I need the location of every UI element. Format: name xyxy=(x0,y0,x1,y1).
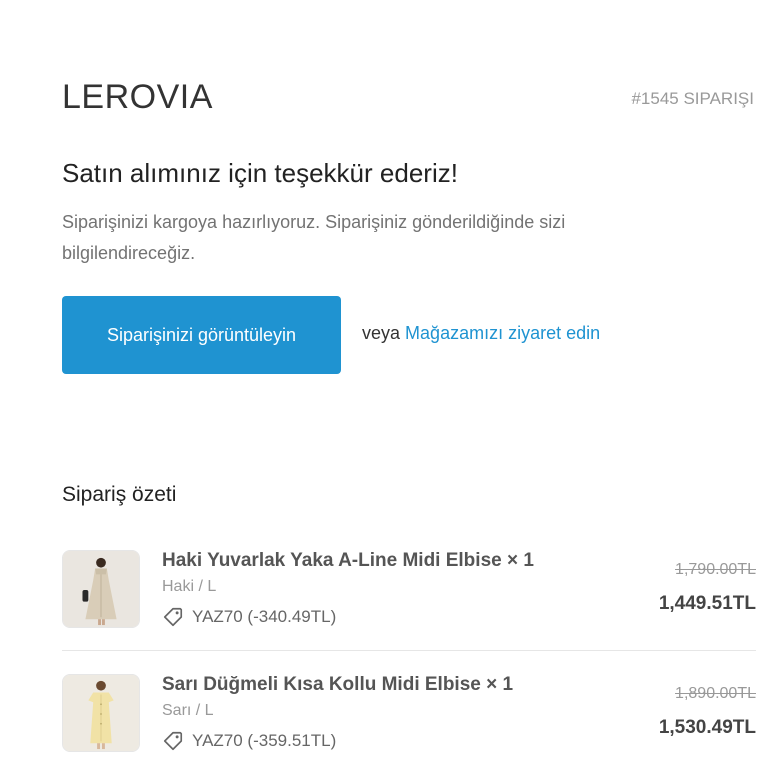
visit-store-wrapper: veya Mağazamızı ziyaret edin xyxy=(362,323,600,344)
discounted-price: 1,449.51TL xyxy=(658,593,756,614)
item-discount: YAZ70 (-340.49TL) xyxy=(162,606,336,628)
item-discount: YAZ70 (-359.51TL) xyxy=(162,730,336,752)
item-divider xyxy=(62,650,756,651)
discount-code: YAZ70 (-359.51TL) xyxy=(192,731,337,750)
visit-store-link[interactable]: Mağazamızı ziyaret edin xyxy=(405,323,600,343)
order-item: Sarı Düğmeli Kısa Kollu Midi Elbise × 1 … xyxy=(62,674,756,774)
tag-icon xyxy=(163,607,183,627)
item-variant: Haki / L xyxy=(162,578,217,595)
order-number: #1545 SIPARIŞI xyxy=(631,89,754,108)
or-text: veya xyxy=(362,323,401,343)
item-variant: Sarı / L xyxy=(162,702,214,719)
item-name: Haki Yuvarlak Yaka A-Line Midi Elbise × … xyxy=(162,550,534,571)
view-order-button[interactable]: Siparişinizi görüntüleyin xyxy=(62,296,341,374)
discounted-price: 1,530.49TL xyxy=(658,717,756,738)
tag-icon xyxy=(163,731,183,751)
khaki-dress-thumbnail xyxy=(62,550,140,628)
thank-you-heading: Satın alımınız için teşekkür ederiz! xyxy=(62,158,458,188)
discount-code: YAZ70 (-340.49TL) xyxy=(192,607,337,626)
brand-logo: LEROVIA xyxy=(62,78,213,116)
yellow-dress-thumbnail xyxy=(62,674,140,752)
shipping-message: Siparişinizi kargoya hazırlıyoruz. Sipar… xyxy=(62,212,566,263)
original-price: 1,790.00TL xyxy=(675,561,756,578)
item-name: Sarı Düğmeli Kısa Kollu Midi Elbise × 1 xyxy=(162,674,514,695)
view-order-button-label: Siparişinizi görüntüleyin xyxy=(106,324,297,345)
order-item: Haki Yuvarlak Yaka A-Line Midi Elbise × … xyxy=(62,550,756,650)
order-summary-title: Sipariş özeti xyxy=(62,483,177,506)
original-price: 1,890.00TL xyxy=(675,685,756,702)
